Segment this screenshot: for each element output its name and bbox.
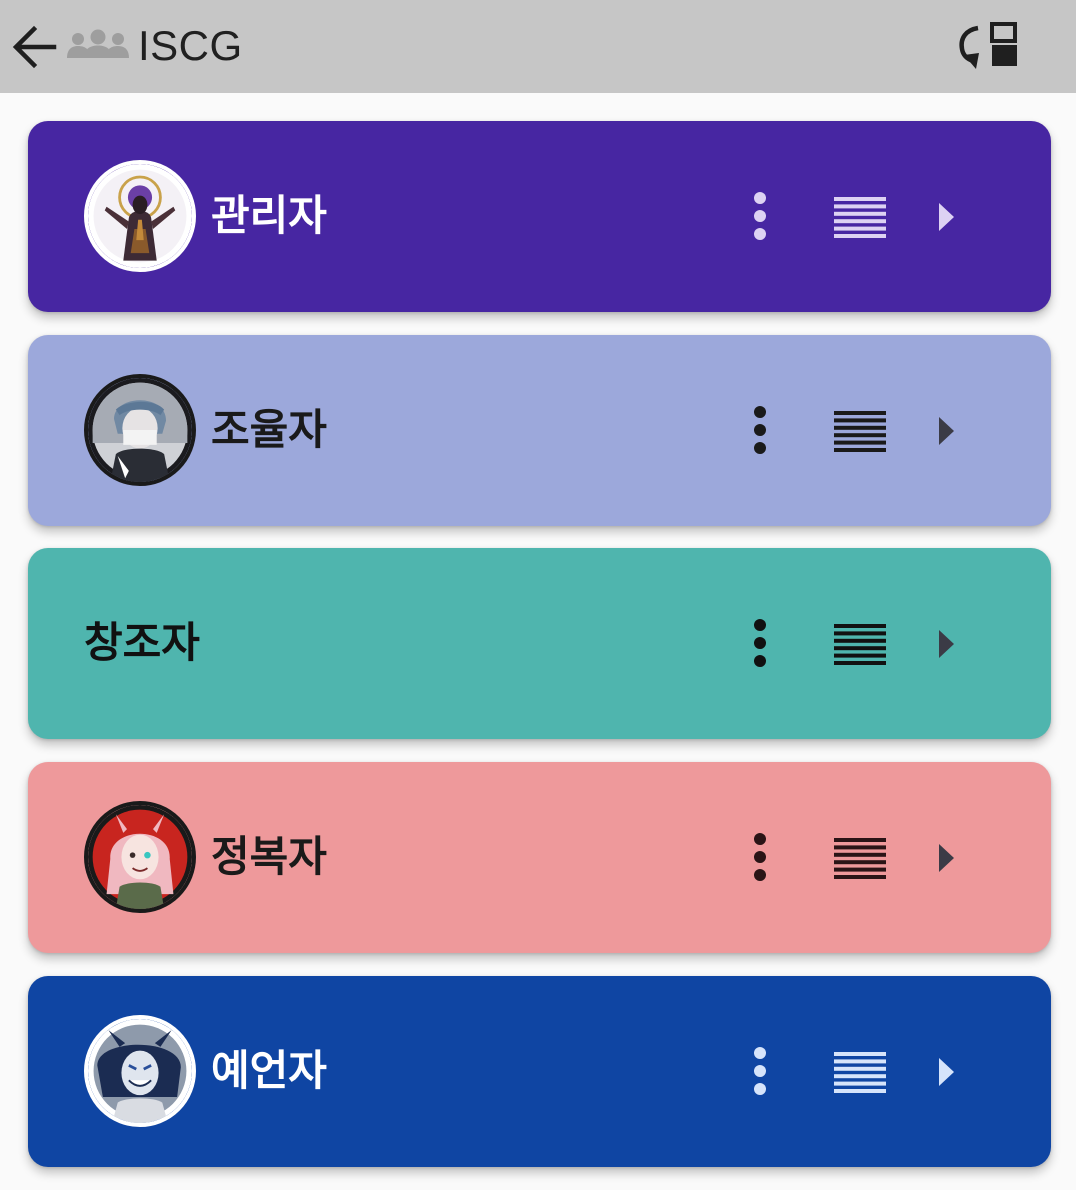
role-avatar [84, 160, 196, 272]
role-avatar [84, 374, 196, 486]
switch-layout-icon [959, 22, 1017, 69]
more-options-button[interactable] [742, 829, 778, 885]
chevron-right-icon [939, 844, 954, 872]
more-vert-icon [754, 1047, 766, 1095]
reorder-button[interactable] [828, 1048, 894, 1094]
switch-view-button[interactable] [952, 18, 1028, 76]
drag-handle-icon [834, 624, 886, 665]
open-role-button[interactable] [928, 411, 964, 451]
reorder-button[interactable] [828, 407, 894, 453]
chevron-right-icon [939, 1058, 954, 1086]
open-role-button[interactable] [928, 197, 964, 237]
role-name: 관리자 [211, 191, 327, 240]
role-card[interactable]: 정복자 [28, 762, 1051, 953]
drag-handle-icon [834, 411, 886, 452]
more-vert-icon [754, 192, 766, 240]
more-options-button[interactable] [742, 188, 778, 244]
more-vert-icon [754, 619, 766, 667]
chevron-right-icon [939, 203, 954, 231]
back-button[interactable] [8, 21, 60, 73]
role-card[interactable]: 창조자 [28, 548, 1051, 739]
open-role-button[interactable] [928, 1052, 964, 1092]
open-role-button[interactable] [928, 624, 964, 664]
chevron-right-icon [939, 417, 954, 445]
role-name: 예언자 [211, 1046, 327, 1095]
role-avatar [84, 801, 196, 913]
reorder-button[interactable] [828, 620, 894, 666]
role-name: 조율자 [211, 405, 327, 454]
group-icon [67, 29, 129, 58]
reorder-button[interactable] [828, 834, 894, 880]
drag-handle-icon [834, 838, 886, 879]
role-name: 창조자 [84, 618, 200, 667]
role-avatar [84, 1015, 196, 1127]
reorder-button[interactable] [828, 193, 894, 239]
more-vert-icon [754, 833, 766, 881]
top-app-bar: ISCG [0, 0, 1076, 93]
chevron-right-icon [939, 630, 954, 658]
drag-handle-icon [834, 1052, 886, 1093]
more-vert-icon [754, 406, 766, 454]
more-options-button[interactable] [742, 402, 778, 458]
drag-handle-icon [834, 197, 886, 238]
more-options-button[interactable] [742, 1043, 778, 1099]
open-role-button[interactable] [928, 838, 964, 878]
page-title: ISCG [138, 22, 243, 69]
more-options-button[interactable] [742, 615, 778, 671]
arrow-left-icon [12, 25, 57, 69]
role-card[interactable]: 조율자 [28, 335, 1051, 526]
role-card[interactable]: 관리자 [28, 121, 1051, 312]
role-card[interactable]: 예언자 [28, 976, 1051, 1167]
role-name: 정복자 [211, 832, 327, 881]
